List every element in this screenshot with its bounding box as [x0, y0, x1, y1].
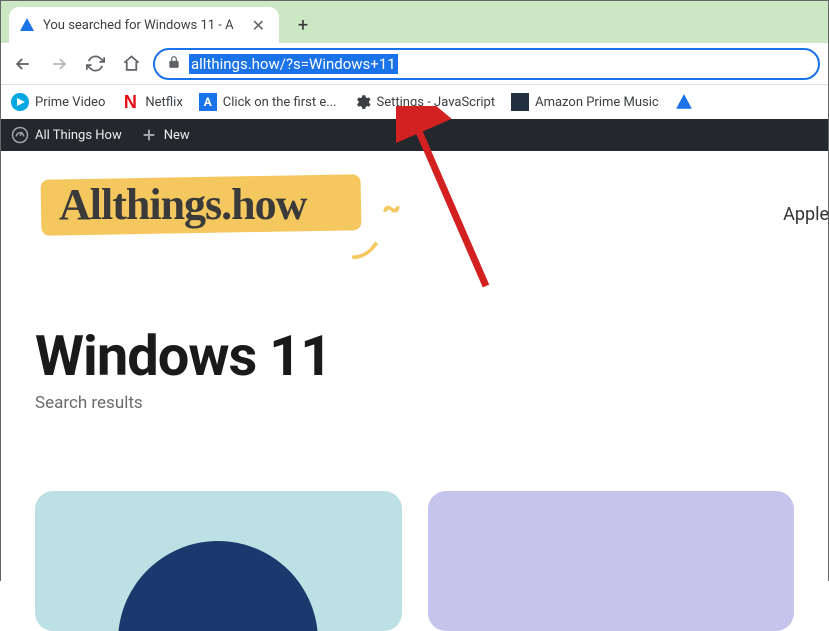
bookmark-settings-js[interactable]: Settings - JavaScript: [353, 93, 496, 111]
nav-link-apple[interactable]: Apple: [783, 204, 829, 225]
bookmark-netflix[interactable]: N Netflix: [121, 93, 182, 111]
admin-site-name: All Things How: [35, 128, 122, 143]
back-button[interactable]: [9, 50, 37, 78]
bookmark-label: Click on the first e...: [223, 95, 337, 110]
forward-button[interactable]: [45, 50, 73, 78]
prime-video-icon: [11, 93, 29, 111]
browser-tab-strip: You searched for Windows 11 - A ✕ +: [1, 1, 828, 43]
amazon-music-icon: [511, 93, 529, 111]
bookmark-label: Settings - JavaScript: [377, 95, 496, 110]
tab-close-icon[interactable]: ✕: [248, 14, 269, 37]
browser-toolbar: allthings.how/?s=Windows+11: [1, 43, 828, 85]
dashboard-icon: [11, 126, 29, 144]
reload-button[interactable]: [81, 50, 109, 78]
logo-scribble-icon: ~: [382, 191, 401, 226]
gear-icon: [353, 93, 371, 111]
plus-icon: [140, 126, 158, 144]
lock-icon: [167, 54, 181, 73]
tab-title: You searched for Windows 11 - A: [43, 18, 240, 33]
bookmark-label: Amazon Prime Music: [535, 95, 659, 110]
home-button[interactable]: [117, 50, 145, 78]
address-bar[interactable]: allthings.how/?s=Windows+11: [153, 48, 820, 80]
page-content: Allthings.how ~ ノ Apple Windows 11 Searc…: [1, 151, 828, 631]
url-text: allthings.how/?s=Windows+11: [189, 54, 398, 74]
logo-text: Allthings.how: [59, 179, 306, 230]
netflix-icon: N: [121, 93, 139, 111]
bookmark-amazon-music[interactable]: Amazon Prime Music: [511, 93, 659, 111]
page-title: Windows 11: [35, 323, 794, 389]
site-logo[interactable]: Allthings.how ~ ノ: [41, 169, 401, 259]
admin-new-link[interactable]: New: [140, 126, 190, 144]
browser-tab[interactable]: You searched for Windows 11 - A ✕: [9, 7, 279, 43]
new-tab-button[interactable]: +: [289, 11, 317, 39]
bookmark-triangle[interactable]: [675, 93, 693, 111]
tab-favicon-icon: [19, 17, 35, 33]
allthings-icon: A: [199, 93, 217, 111]
admin-new-label: New: [164, 128, 190, 143]
bookmark-label: Prime Video: [35, 95, 105, 110]
bookmark-label: Netflix: [145, 95, 182, 110]
result-card[interactable]: [428, 491, 795, 631]
bookmark-prime-video[interactable]: Prime Video: [11, 93, 105, 111]
result-card[interactable]: [35, 491, 402, 631]
triangle-icon: [675, 93, 693, 111]
bookmark-click-first[interactable]: A Click on the first e...: [199, 93, 337, 111]
page-subtitle: Search results: [35, 393, 794, 413]
admin-site-link[interactable]: All Things How: [11, 126, 122, 144]
bookmarks-bar: Prime Video N Netflix A Click on the fir…: [1, 85, 828, 119]
result-cards: [35, 491, 794, 631]
wp-admin-bar: All Things How New: [1, 119, 828, 151]
